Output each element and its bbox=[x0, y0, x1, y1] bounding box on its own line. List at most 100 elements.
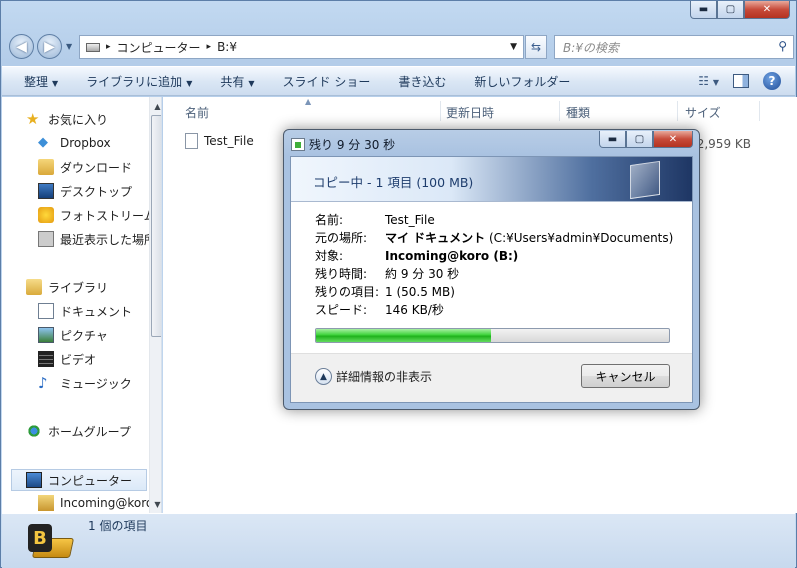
share-button[interactable]: 共有 ▼ bbox=[220, 73, 254, 90]
scroll-down-icon[interactable]: ▼ bbox=[150, 497, 161, 511]
search-icon[interactable]: ⚲ bbox=[778, 39, 787, 53]
close-button[interactable]: ✕ bbox=[744, 1, 790, 19]
detail-time: 残り時間: 約 9 分 30 秒 bbox=[315, 265, 673, 283]
network-drive-icon bbox=[38, 495, 54, 511]
library-icon bbox=[26, 279, 42, 295]
breadcrumb-drive[interactable]: B:¥ bbox=[217, 40, 237, 54]
add-to-library-button[interactable]: ライブラリに追加 ▼ bbox=[86, 73, 192, 90]
burn-button[interactable]: 書き込む bbox=[398, 73, 446, 90]
drive-small-icon bbox=[86, 42, 100, 52]
nav-item-pictures[interactable]: ピクチャ bbox=[38, 325, 108, 345]
nav-libraries[interactable]: ライブラリ bbox=[26, 277, 108, 297]
dialog-body: コピー中 - 1 項目 (100 MB) 名前: Test_File 元の場所: マ… bbox=[290, 156, 693, 403]
source-link[interactable]: マイ ドキュメント bbox=[385, 231, 485, 245]
nav-item-downloads[interactable]: ダウンロード bbox=[38, 157, 132, 177]
detail-value: Test_File bbox=[385, 213, 435, 227]
address-dropdown-icon[interactable]: ▼ bbox=[510, 42, 517, 52]
file-icon bbox=[185, 133, 198, 149]
nav-item-dropbox[interactable]: ◆ Dropbox bbox=[38, 133, 111, 153]
refresh-button[interactable]: ⇆ bbox=[525, 35, 547, 59]
favorites-label: お気に入り bbox=[48, 112, 109, 127]
chevron-down-icon: ▼ bbox=[186, 78, 193, 88]
recent-pages-dropdown-icon[interactable]: ▼ bbox=[66, 42, 72, 51]
file-size: 2,959 KB bbox=[696, 137, 751, 151]
back-button[interactable]: ◀ bbox=[9, 34, 34, 59]
nav-item-label: ピクチャ bbox=[60, 328, 108, 343]
organize-button[interactable]: 整理 ▼ bbox=[24, 73, 58, 90]
breadcrumb-computer[interactable]: コンピューター bbox=[117, 39, 201, 56]
help-icon[interactable]: ? bbox=[763, 72, 781, 90]
nav-item-music[interactable]: ♪ ミュージック bbox=[38, 373, 132, 393]
detail-value: 146 KB/秒 bbox=[385, 303, 444, 317]
item-count: 1 個の項目 bbox=[88, 519, 148, 533]
column-type[interactable]: 種類 bbox=[566, 104, 590, 121]
address-bar[interactable]: ▸ コンピューター ▸ B:¥ ▼ bbox=[79, 35, 524, 59]
column-divider[interactable] bbox=[759, 101, 760, 121]
dropbox-icon: ◆ bbox=[38, 135, 48, 150]
breadcrumb-separator-icon: ▸ bbox=[206, 42, 212, 52]
pictures-icon bbox=[38, 327, 54, 343]
scroll-thumb[interactable] bbox=[151, 115, 161, 337]
nav-item-recent-places[interactable]: 最近表示した場所 bbox=[38, 229, 156, 249]
column-size[interactable]: サイズ bbox=[685, 104, 721, 121]
column-divider[interactable] bbox=[440, 101, 441, 121]
column-name[interactable]: 名前 bbox=[185, 104, 209, 121]
slideshow-button[interactable]: スライド ショー bbox=[283, 73, 371, 90]
column-divider[interactable] bbox=[677, 101, 678, 121]
nav-homegroup[interactable]: ホームグループ bbox=[26, 421, 131, 441]
preview-pane-icon[interactable] bbox=[733, 74, 749, 88]
copy-details: 名前: Test_File 元の場所: マイ ドキュメント (C:¥Users¥ad… bbox=[315, 211, 673, 319]
libraries-label: ライブラリ bbox=[48, 280, 109, 295]
dialog-maximize-button[interactable]: ▢ bbox=[626, 131, 653, 148]
dialog-window-controls: ▬ ▢ ✕ bbox=[599, 131, 693, 148]
column-date[interactable]: 更新日時 bbox=[446, 104, 494, 121]
drive-icon: B bbox=[26, 522, 75, 562]
scroll-up-icon[interactable]: ▲ bbox=[150, 99, 161, 113]
destination-link[interactable]: Incoming@koro (B:) bbox=[385, 249, 518, 263]
chevron-down-icon: ▼ bbox=[248, 78, 255, 88]
nav-item-photostream[interactable]: フォトストリーム bbox=[38, 205, 156, 225]
detail-from: 元の場所: マイ ドキュメント (C:¥Users¥admin¥Documents… bbox=[315, 229, 673, 247]
detail-label: 名前: bbox=[315, 213, 344, 227]
dialog-close-button[interactable]: ✕ bbox=[653, 131, 693, 148]
documents-icon bbox=[38, 303, 54, 319]
nav-computer[interactable]: コンピューター bbox=[11, 469, 147, 491]
downloads-folder-icon bbox=[38, 159, 54, 175]
navigation-pane: ★ お気に入り ◆ Dropbox ダウンロード デスクトップ フォトストリーム 最… bbox=[2, 97, 162, 513]
refresh-icon: ⇆ bbox=[530, 40, 542, 54]
minimize-button[interactable]: ▬ bbox=[690, 1, 717, 19]
search-input[interactable]: B:¥の検索 ⚲ bbox=[554, 35, 794, 59]
details-toggle[interactable]: ▲ 詳細情報の非表示 bbox=[315, 368, 432, 385]
chevron-down-icon: ▼ bbox=[52, 78, 59, 88]
dialog-minimize-button[interactable]: ▬ bbox=[599, 131, 626, 148]
dialog-header: コピー中 - 1 項目 (100 MB) bbox=[291, 157, 692, 202]
nav-item-videos[interactable]: ビデオ bbox=[38, 349, 96, 369]
homegroup-icon bbox=[26, 423, 42, 439]
nav-item-drive[interactable]: Incoming@koro bbox=[38, 493, 153, 513]
forward-button[interactable]: ▶ bbox=[37, 34, 62, 59]
details-toggle-label: 詳細情報の非表示 bbox=[336, 370, 433, 384]
drive-letter: B bbox=[28, 524, 52, 552]
homegroup-label: ホームグループ bbox=[48, 424, 131, 439]
detail-label: 対象: bbox=[315, 249, 344, 263]
view-options-icon[interactable]: ☷ ▼ bbox=[698, 74, 719, 88]
copy-progress-bar bbox=[315, 328, 670, 343]
cancel-button[interactable]: キャンセル bbox=[581, 364, 670, 388]
nav-favorites[interactable]: ★ お気に入り bbox=[26, 109, 108, 129]
details-pane: B 1 個の項目 bbox=[2, 513, 795, 568]
list-item[interactable]: Test_File bbox=[185, 133, 254, 149]
detail-value: 1 (50.5 MB) bbox=[385, 285, 455, 299]
forward-arrow-icon: ▶ bbox=[44, 38, 55, 55]
new-folder-button[interactable]: 新しいフォルダー bbox=[474, 73, 570, 90]
detail-to: 対象: Incoming@koro (B:) bbox=[315, 247, 673, 265]
maximize-button[interactable]: ▢ bbox=[717, 1, 744, 19]
organize-label: 整理 bbox=[24, 74, 49, 89]
column-divider[interactable] bbox=[559, 101, 560, 121]
dialog-title: 残り 9 分 30 秒 bbox=[309, 138, 396, 152]
command-bar: 整理 ▼ ライブラリに追加 ▼ 共有 ▼ スライド ショー 書き込む 新しいフォルダー… bbox=[2, 66, 795, 96]
nav-item-desktop[interactable]: デスクトップ bbox=[38, 181, 132, 201]
computer-icon bbox=[26, 472, 42, 488]
nav-scrollbar[interactable]: ▲ ▼ bbox=[149, 97, 161, 513]
file-name: Test_File bbox=[204, 134, 254, 148]
nav-item-documents[interactable]: ドキュメント bbox=[38, 301, 132, 321]
